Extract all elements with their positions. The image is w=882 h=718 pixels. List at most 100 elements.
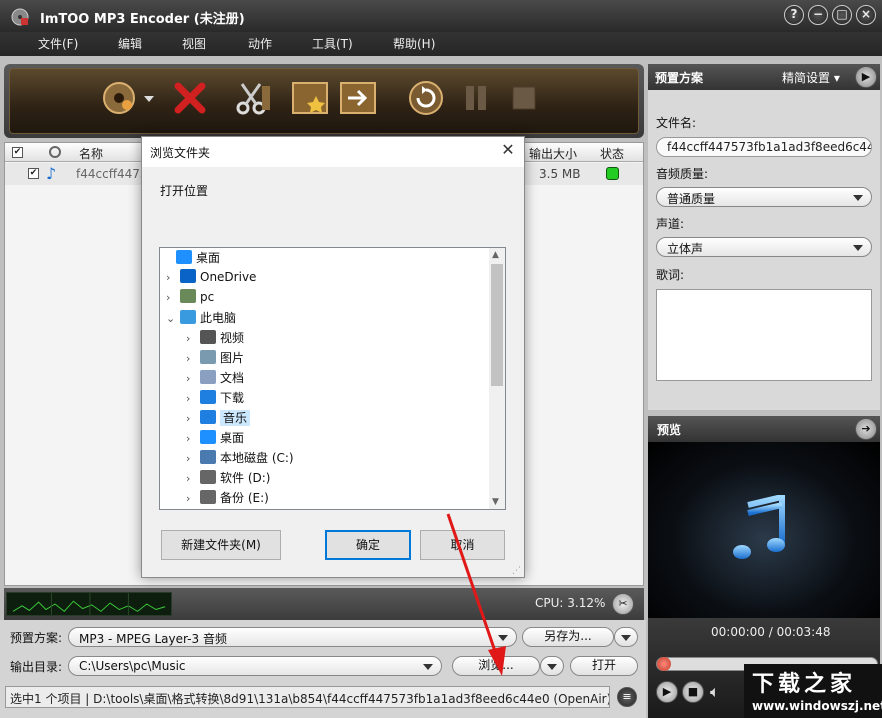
- browse-dropdown[interactable]: [540, 656, 564, 676]
- scroll-thumb[interactable]: [491, 264, 503, 386]
- save-as-button[interactable]: 另存为...: [522, 627, 614, 647]
- chevron-right-icon[interactable]: ›: [186, 412, 200, 425]
- chevron-right-icon[interactable]: ›: [186, 472, 200, 485]
- export-icon[interactable]: [338, 78, 378, 118]
- desktop-icon: [176, 250, 192, 264]
- watermark-url: www.windowszj.net: [752, 699, 882, 713]
- tree-item[interactable]: › 图片: [186, 349, 506, 369]
- tree-item[interactable]: › 备份 (E:): [186, 489, 506, 509]
- tree-item-label: 下载: [220, 391, 245, 405]
- output-dir-select[interactable]: C:\Users\pc\Music: [68, 656, 442, 676]
- row-checkbox[interactable]: ✔: [28, 168, 39, 179]
- tree-item[interactable]: › pc: [166, 289, 486, 309]
- help-button[interactable]: ?: [784, 5, 804, 25]
- tree-item-label: pc: [200, 290, 215, 304]
- channel-select[interactable]: 立体声: [656, 237, 872, 257]
- add-disc-icon[interactable]: [102, 78, 142, 118]
- maximize-button[interactable]: □: [832, 5, 852, 25]
- row-output-size: 3.5 MB: [539, 167, 581, 181]
- chevron-down-icon[interactable]: ⌄: [166, 312, 180, 325]
- volume-icon[interactable]: 🔈︎: [710, 682, 720, 702]
- tree-item[interactable]: › OneDrive: [166, 269, 486, 289]
- tree-item[interactable]: › 文档: [186, 369, 506, 389]
- music-folder-icon: [200, 410, 216, 424]
- lyrics-textarea[interactable]: [656, 289, 872, 381]
- lyrics-label: 歌词:: [656, 268, 685, 282]
- tree-item-label: 此电脑: [200, 311, 237, 325]
- preview-time: 00:00:00 / 00:03:48: [711, 625, 831, 639]
- chevron-right-icon[interactable]: ›: [186, 492, 200, 505]
- new-folder-button[interactable]: 新建文件夹(M): [161, 530, 281, 560]
- tree-item[interactable]: › 桌面: [186, 429, 506, 449]
- column-output-size[interactable]: 输出大小: [529, 145, 577, 162]
- add-dropdown-icon[interactable]: [144, 96, 154, 102]
- delete-icon[interactable]: [170, 78, 210, 118]
- preview-header: [648, 416, 880, 442]
- ok-button[interactable]: 确定: [325, 530, 411, 560]
- clip-icon[interactable]: [232, 78, 272, 118]
- seek-handle[interactable]: [657, 657, 671, 671]
- menu-help[interactable]: 帮助(H): [393, 35, 435, 52]
- menu-tools[interactable]: 工具(T): [312, 35, 353, 52]
- minimize-button[interactable]: −: [808, 5, 828, 25]
- menu-action[interactable]: 动作: [248, 35, 272, 52]
- effect-icon[interactable]: [290, 78, 330, 118]
- quality-value: 普通质量: [667, 192, 716, 206]
- chevron-down-icon: [853, 195, 863, 201]
- documents-folder-icon: [200, 370, 216, 384]
- tree-item[interactable]: › 本地磁盘 (C:): [186, 449, 506, 469]
- preset-value: MP3 - MPEG Layer-3 音频: [79, 632, 227, 646]
- tree-item[interactable]: › 软件 (D:): [186, 469, 506, 489]
- column-name[interactable]: 名称: [79, 145, 103, 162]
- column-status[interactable]: 状态: [600, 145, 624, 162]
- settings-tools-icon[interactable]: ✂: [612, 593, 634, 615]
- menu-file[interactable]: 文件(F): [38, 35, 78, 52]
- tree-item-label: 图片: [220, 351, 245, 365]
- close-button[interactable]: ×: [856, 5, 876, 25]
- dialog-prompt: 打开位置: [160, 184, 209, 198]
- convert-icon[interactable]: [406, 78, 446, 118]
- select-all-checkbox[interactable]: ✔: [12, 147, 23, 158]
- status-ok-icon: [606, 167, 619, 180]
- chevron-right-icon[interactable]: ›: [166, 271, 180, 284]
- quality-select[interactable]: 普通质量: [656, 187, 872, 207]
- snapshot-icon[interactable]: ➔: [855, 418, 877, 440]
- tree-item-label: 视频: [220, 331, 245, 345]
- chevron-right-icon[interactable]: ›: [186, 452, 200, 465]
- app-logo-icon: [11, 8, 29, 26]
- chevron-right-icon[interactable]: ›: [166, 291, 180, 304]
- expand-panel-icon[interactable]: ▶: [855, 66, 877, 88]
- tree-item[interactable]: › 音乐: [186, 409, 506, 429]
- menu-view[interactable]: 视图: [182, 35, 206, 52]
- scroll-up-icon[interactable]: ▲: [492, 250, 499, 260]
- chevron-right-icon[interactable]: ›: [186, 332, 200, 345]
- play-button[interactable]: ▶: [656, 681, 678, 703]
- mode-select[interactable]: 精简设置 ▾: [782, 69, 840, 86]
- tree-item[interactable]: ⌄ 此电脑: [166, 309, 486, 329]
- cpu-usage: CPU: 3.12%: [535, 596, 606, 610]
- chevron-right-icon[interactable]: ›: [186, 372, 200, 385]
- output-dir-value: C:\Users\pc\Music: [79, 659, 186, 673]
- pause-icon[interactable]: [456, 78, 496, 118]
- tree-item-label: 音乐: [220, 410, 251, 426]
- stop-icon[interactable]: [504, 78, 544, 118]
- stop-button[interactable]: ■: [682, 681, 704, 703]
- chevron-right-icon[interactable]: ›: [186, 392, 200, 405]
- open-button[interactable]: 打开: [570, 656, 638, 676]
- computer-icon: [180, 310, 196, 324]
- tree-item[interactable]: › 下载: [186, 389, 506, 409]
- preset-label: 预置方案:: [10, 631, 63, 645]
- chevron-right-icon[interactable]: ›: [186, 432, 200, 445]
- drive-icon: [200, 490, 216, 504]
- system-drive-icon: [200, 450, 216, 464]
- chevron-right-icon[interactable]: ›: [186, 352, 200, 365]
- scroll-down-icon[interactable]: ▼: [492, 497, 499, 507]
- dialog-close-button[interactable]: ✕: [496, 140, 520, 162]
- menu-edit[interactable]: 编辑: [118, 35, 142, 52]
- tree-item[interactable]: › 视频: [186, 329, 506, 349]
- log-icon[interactable]: ≡: [617, 687, 637, 707]
- save-as-dropdown[interactable]: [614, 627, 638, 647]
- music-file-icon: ♪: [46, 164, 57, 183]
- filename-input[interactable]: f44ccff447573fb1a1ad3f8eed6c44: [656, 137, 872, 157]
- tree-item[interactable]: 桌面: [162, 249, 482, 269]
